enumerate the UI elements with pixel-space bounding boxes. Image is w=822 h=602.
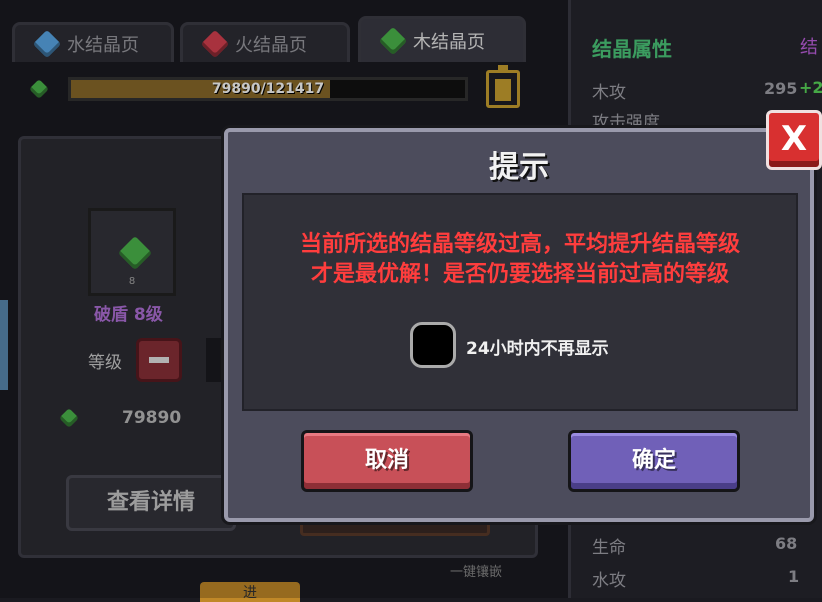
cancel-button[interactable]: 取消 — [301, 430, 473, 492]
close-icon[interactable]: X — [766, 110, 822, 170]
dialog-message-line: 才是最优解！是否仍要选择当前过高的等级 — [310, 262, 729, 287]
dialog-title: 提示 — [489, 150, 549, 185]
dialog-content-box — [242, 193, 798, 411]
confirm-button[interactable]: 确定 — [568, 430, 740, 492]
dont-show-again-label[interactable]: 24小时内不再显示 — [466, 334, 609, 359]
dialog-message-line: 当前所选的结晶等级过高，平均提升结晶等级 — [299, 232, 740, 257]
dialog-message: 当前所选的结晶等级过高，平均提升结晶等级 才是最优解！是否仍要选择当前过高的等级 — [248, 230, 792, 290]
dont-show-again-checkbox[interactable] — [410, 322, 456, 368]
